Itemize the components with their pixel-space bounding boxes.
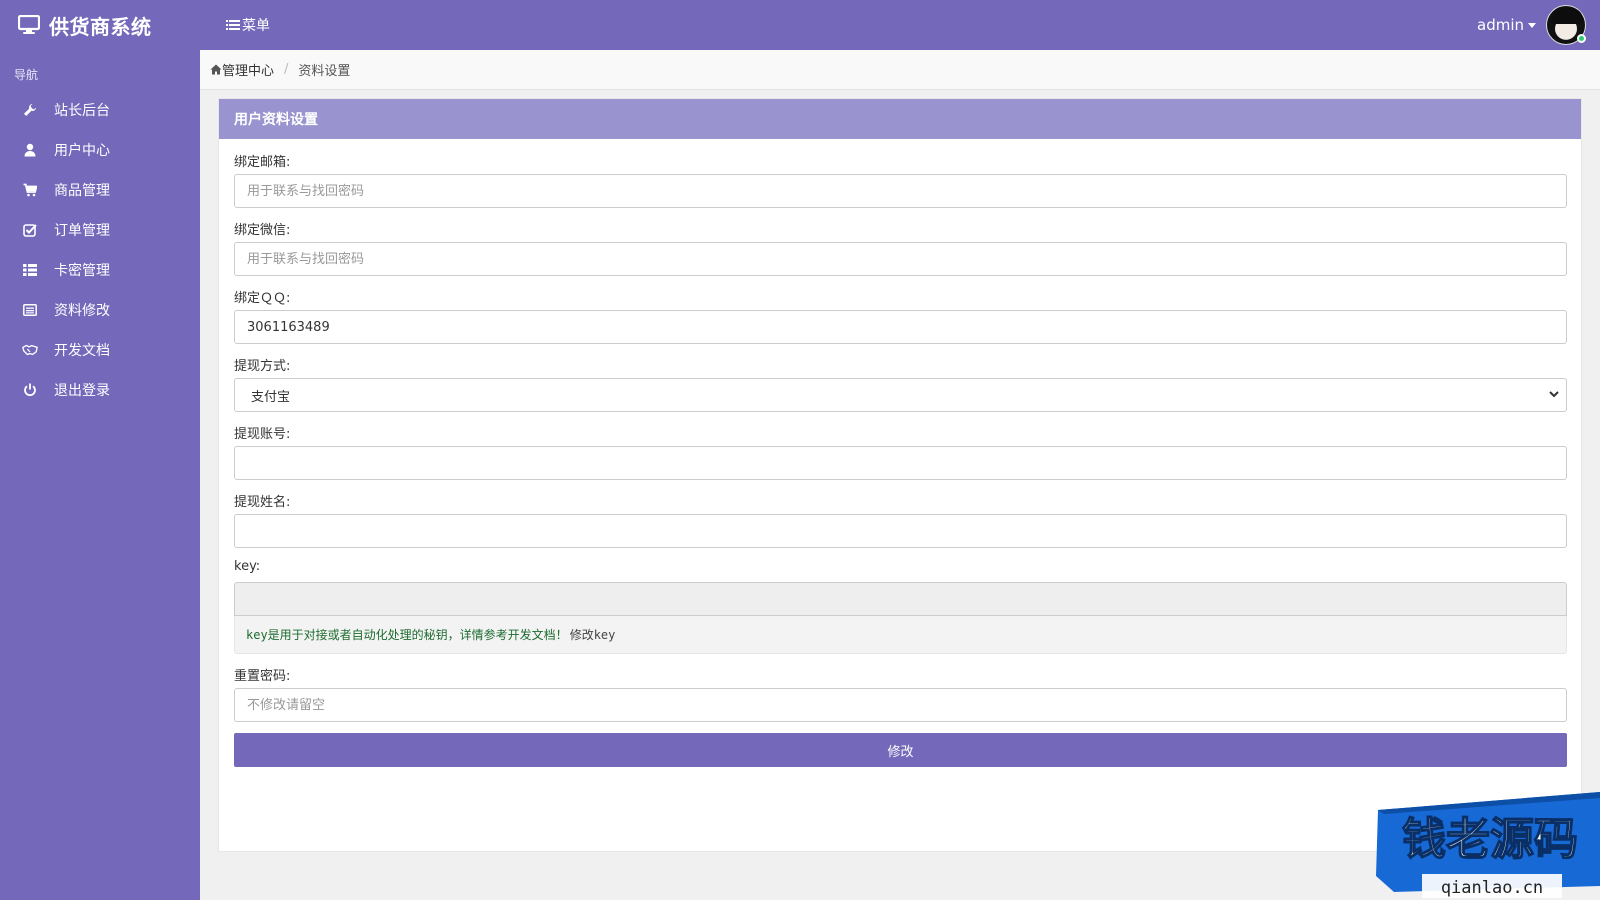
qq-label: 绑定ＱＱ: xyxy=(234,291,291,306)
change-key-link[interactable]: 修改key xyxy=(570,626,616,643)
list-alt-icon xyxy=(22,302,38,318)
brand[interactable]: 供货商系统 xyxy=(0,11,200,40)
qq-field[interactable] xyxy=(234,310,1567,344)
check-square-icon xyxy=(22,222,38,238)
key-help-text: key是用于对接或者自动化处理的秘钥，详情参考开发文档！ xyxy=(246,628,568,642)
sidebar-item-profile[interactable]: 资料修改 xyxy=(0,290,200,330)
breadcrumb-current: 资料设置 xyxy=(298,64,351,79)
wechat-group: 绑定微信: xyxy=(234,219,1567,276)
avatar[interactable] xyxy=(1546,5,1586,45)
online-status-dot xyxy=(1577,34,1586,43)
key-help: key是用于对接或者自动化处理的秘钥，详情参考开发文档！ 修改key xyxy=(234,616,1567,654)
password-label: 重置密码: xyxy=(234,669,291,684)
breadcrumb-separator: / xyxy=(284,62,289,77)
sidebar-item-label: 卡密管理 xyxy=(54,263,110,279)
sidebar-item-cards[interactable]: 卡密管理 xyxy=(0,250,200,290)
key-field xyxy=(234,582,1567,616)
key-group: key: key是用于对接或者自动化处理的秘钥，详情参考开发文档！ 修改key xyxy=(234,559,1567,654)
sidebar-item-label: 开发文档 xyxy=(54,343,110,359)
wechat-label: 绑定微信: xyxy=(234,223,291,238)
profile-settings-panel: 用户资料设置 绑定邮箱: 绑定微信: 绑定ＱＱ: 提现方式: 支付宝 提现账号: xyxy=(218,98,1582,852)
withdraw-account-label: 提现账号: xyxy=(234,427,291,442)
reset-password-field[interactable] xyxy=(234,688,1567,722)
sidebar-item-label: 用户中心 xyxy=(54,143,110,159)
withdraw-account-field[interactable] xyxy=(234,446,1567,480)
sidebar-item-label: 订单管理 xyxy=(54,223,110,239)
withdraw-method-group: 提现方式: 支付宝 xyxy=(234,355,1567,412)
caret-down-icon[interactable] xyxy=(1528,22,1536,28)
sidebar-item-label: 资料修改 xyxy=(54,303,110,319)
home-icon xyxy=(210,64,222,75)
chevron-down-icon xyxy=(1549,391,1559,398)
sidebar-item-dev-docs[interactable]: 开发文档 xyxy=(0,330,200,370)
handshake-icon xyxy=(22,342,38,358)
user-menu[interactable]: admin xyxy=(1477,0,1586,50)
sidebar-item-user-center[interactable]: 用户中心 xyxy=(0,130,200,170)
menu-list-icon xyxy=(226,20,240,30)
monitor-icon xyxy=(18,15,40,34)
breadcrumb-home-label: 管理中心 xyxy=(222,64,275,79)
panel-body: 绑定邮箱: 绑定微信: 绑定ＱＱ: 提现方式: 支付宝 提现账号: 提现姓名: xyxy=(219,139,1581,767)
withdraw-method-label: 提现方式: xyxy=(234,359,291,374)
menu-toggle-button[interactable]: 菜单 xyxy=(226,15,270,35)
sidebar: 导航 站长后台 用户中心 商品管理 订单管理 卡密管理 资料修改 开发文档 退出… xyxy=(0,50,200,900)
avatar-hair xyxy=(1551,8,1583,24)
email-group: 绑定邮箱: xyxy=(234,151,1567,208)
password-group: 重置密码: xyxy=(234,665,1567,722)
breadcrumb: 管理中心 / 资料设置 xyxy=(200,50,1600,90)
wechat-field[interactable] xyxy=(234,242,1567,276)
email-label: 绑定邮箱: xyxy=(234,155,291,170)
key-label: key: xyxy=(234,559,261,574)
app-title: 供货商系统 xyxy=(49,14,152,39)
withdraw-method-select[interactable]: 支付宝 xyxy=(234,378,1567,412)
withdraw-name-group: 提现姓名: xyxy=(234,491,1567,548)
withdraw-account-group: 提现账号: xyxy=(234,423,1567,480)
watermark-text: 钱老源码 xyxy=(1402,814,1578,865)
sidebar-item-products[interactable]: 商品管理 xyxy=(0,170,200,210)
wrench-icon xyxy=(22,102,38,118)
cart-icon xyxy=(22,182,38,198)
top-navbar: 供货商系统 菜单 admin xyxy=(0,0,1600,50)
submit-button[interactable]: 修改 xyxy=(234,733,1567,767)
withdraw-name-field[interactable] xyxy=(234,514,1567,548)
withdraw-name-label: 提现姓名: xyxy=(234,495,291,510)
withdraw-method-value[interactable]: 支付宝 xyxy=(234,378,1567,412)
username[interactable]: admin xyxy=(1477,16,1524,34)
power-icon xyxy=(22,382,38,398)
sidebar-item-label: 退出登录 xyxy=(54,383,110,399)
email-field[interactable] xyxy=(234,174,1567,208)
sidebar-item-admin[interactable]: 站长后台 xyxy=(0,90,200,130)
watermark-logo: 钱老源码 qianlao.cn xyxy=(1374,792,1600,900)
user-icon xyxy=(22,142,38,158)
sidebar-item-label: 商品管理 xyxy=(54,183,110,199)
menu-label: 菜单 xyxy=(242,18,270,34)
grid-icon xyxy=(22,262,38,278)
panel-title: 用户资料设置 xyxy=(219,99,1581,139)
sidebar-item-orders[interactable]: 订单管理 xyxy=(0,210,200,250)
watermark-subtext: qianlao.cn xyxy=(1441,878,1543,898)
breadcrumb-home-link[interactable]: 管理中心 xyxy=(210,60,274,79)
sidebar-item-label: 站长后台 xyxy=(54,103,110,119)
qq-group: 绑定ＱＱ: xyxy=(234,287,1567,344)
nav-heading: 导航 xyxy=(14,68,39,82)
sidebar-item-logout[interactable]: 退出登录 xyxy=(0,370,200,410)
